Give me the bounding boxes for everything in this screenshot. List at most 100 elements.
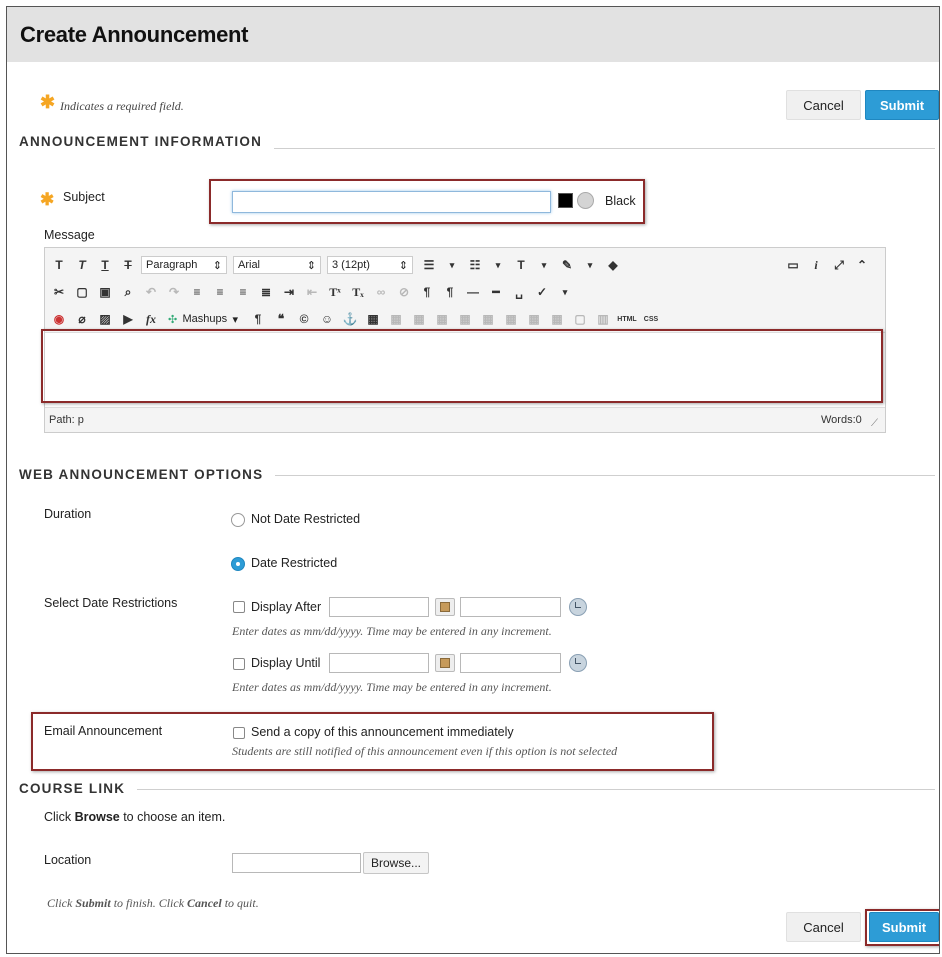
display-until-checkbox[interactable] (233, 658, 245, 670)
submit-button-top[interactable]: Submit (865, 90, 939, 120)
highlight-pen-icon[interactable]: ✎ (557, 255, 577, 275)
bullet-list-icon[interactable]: ☰ (419, 255, 439, 275)
location-input[interactable] (232, 853, 361, 873)
display-until-date-input[interactable] (329, 653, 429, 673)
justify-icon[interactable]: ≣ (256, 282, 276, 302)
display-until-time-input[interactable] (460, 653, 561, 673)
insert-row-after-icon[interactable]: ▦ (455, 309, 475, 329)
spellcheck-icon[interactable]: ✓ (532, 282, 552, 302)
cancel-button-top[interactable]: Cancel (786, 90, 861, 120)
delete-row-icon[interactable]: ▦ (478, 309, 498, 329)
outdent-icon[interactable]: ⇤ (302, 282, 322, 302)
blockquote-icon[interactable]: ❝ (271, 309, 291, 329)
text-color-dropdown-icon[interactable]: ▾ (534, 255, 554, 275)
table-row-props-icon[interactable]: ▦ (386, 309, 406, 329)
split-cells-icon[interactable]: ▢ (570, 309, 590, 329)
copyright-icon[interactable]: © (294, 309, 314, 329)
media-icon[interactable]: ▶ (118, 309, 138, 329)
section-announcement-information: ANNOUNCEMENT INFORMATION (19, 134, 275, 149)
eraser-icon[interactable]: ◆ (603, 255, 623, 275)
find-icon[interactable]: ⌕ (118, 282, 138, 302)
merge-cells-icon[interactable]: ▥ (593, 309, 613, 329)
align-left-icon[interactable]: ≡ (187, 282, 207, 302)
image-icon[interactable]: ▨ (95, 309, 115, 329)
italic-t-icon[interactable]: T (72, 255, 92, 275)
bullet-list-dropdown-icon[interactable]: ▾ (442, 255, 462, 275)
redo-icon[interactable]: ↷ (164, 282, 184, 302)
section-course-link: COURSE LINK (19, 781, 138, 796)
display-after-time-input[interactable] (460, 597, 561, 617)
clock-icon[interactable] (569, 598, 587, 616)
html-source-button[interactable]: HTML (616, 309, 638, 329)
message-label: Message (44, 228, 95, 242)
align-center-icon[interactable]: ≡ (210, 282, 230, 302)
strike-t-icon[interactable]: T (118, 255, 138, 275)
insert-col-after-icon[interactable]: ▦ (524, 309, 544, 329)
ltr-icon[interactable]: ¶ (417, 282, 437, 302)
nonbreaking-space-icon[interactable]: ␣ (509, 282, 529, 302)
collapse-toolbar-icon[interactable]: ⌃ (852, 255, 872, 275)
css-button[interactable]: CSS (641, 309, 661, 329)
math-formula-icon[interactable]: fx (141, 309, 161, 329)
display-after-checkbox[interactable] (233, 601, 245, 613)
mashups-select[interactable]: ✣ Mashups ▾ (164, 310, 242, 328)
duration-label: Duration (44, 507, 92, 521)
radio-date-restricted[interactable] (231, 557, 245, 571)
numbered-list-icon[interactable]: ☷ (465, 255, 485, 275)
insert-col-before-icon[interactable]: ▦ (501, 309, 521, 329)
display-after-date-input[interactable] (329, 597, 429, 617)
browse-button[interactable]: Browse... (363, 852, 429, 874)
display-until-hint: Enter dates as mm/dd/yyyy. Time may be e… (232, 680, 552, 694)
align-right-icon[interactable]: ≡ (233, 282, 253, 302)
undo-icon[interactable]: ↶ (141, 282, 161, 302)
subject-input[interactable] (232, 191, 551, 213)
fullscreen-icon[interactable]: ⤢ (829, 255, 849, 275)
text-color-icon[interactable]: T (511, 255, 531, 275)
table-cell-props-icon[interactable]: ▦ (409, 309, 429, 329)
superscript-icon[interactable]: Tˣ (325, 282, 345, 302)
clock-icon[interactable] (569, 654, 587, 672)
table-icon[interactable]: ▦ (363, 309, 383, 329)
copy-icon[interactable]: ▢ (72, 282, 92, 302)
paragraph-mark-icon[interactable]: ¶ (248, 309, 268, 329)
anchor-icon[interactable]: ⚓ (340, 309, 360, 329)
option-not-date-restricted: Not Date Restricted (251, 512, 361, 526)
radio-not-date-restricted[interactable] (231, 513, 245, 527)
resize-handle-icon[interactable]: ⟋ (871, 418, 878, 429)
paste-icon[interactable]: ▣ (95, 282, 115, 302)
thick-rule-icon[interactable]: ━ (486, 282, 506, 302)
numbered-list-dropdown-icon[interactable]: ▾ (488, 255, 508, 275)
email-copy-checkbox[interactable] (233, 727, 245, 739)
insert-row-before-icon[interactable]: ▦ (432, 309, 452, 329)
unlink-icon[interactable]: ⊘ (394, 282, 414, 302)
rtl-icon[interactable]: ¶ (440, 282, 460, 302)
font-select[interactable]: Arial ⇕ (233, 256, 321, 274)
link-icon[interactable]: ∞ (371, 282, 391, 302)
section-divider (19, 789, 935, 790)
color-swatch[interactable] (558, 193, 573, 208)
subscript-icon[interactable]: Tₓ (348, 282, 368, 302)
submit-button-bottom[interactable]: Submit (869, 912, 939, 942)
location-label: Location (44, 853, 92, 867)
indent-icon[interactable]: ⇥ (279, 282, 299, 302)
format-select[interactable]: Paragraph ⇕ (141, 256, 227, 274)
emoticon-icon[interactable]: ☺ (317, 309, 337, 329)
record-icon[interactable]: ◉ (49, 309, 69, 329)
info-icon[interactable]: i (806, 255, 826, 275)
preview-icon[interactable]: ▭ (783, 255, 803, 275)
page-header: Create Announcement (7, 7, 939, 62)
calendar-icon[interactable] (435, 598, 455, 616)
calendar-icon[interactable] (435, 654, 455, 672)
toolbar-row-1: T T T T Paragraph ⇕ Arial ⇕ 3 (12pt) ⇕ ☰ ▾ … (49, 253, 626, 277)
color-picker-icon[interactable] (577, 192, 594, 209)
underline-t-icon[interactable]: T (95, 255, 115, 275)
cancel-button-bottom[interactable]: Cancel (786, 912, 861, 942)
cut-icon[interactable]: ✂ (49, 282, 69, 302)
highlight-dropdown-icon[interactable]: ▾ (580, 255, 600, 275)
delete-col-icon[interactable]: ▦ (547, 309, 567, 329)
spellcheck-dropdown-icon[interactable]: ▾ (555, 282, 575, 302)
bold-t-icon[interactable]: T (49, 255, 69, 275)
size-select[interactable]: 3 (12pt) ⇕ (327, 256, 413, 274)
attach-icon[interactable]: ⌀ (72, 309, 92, 329)
horizontal-rule-icon[interactable]: — (463, 282, 483, 302)
